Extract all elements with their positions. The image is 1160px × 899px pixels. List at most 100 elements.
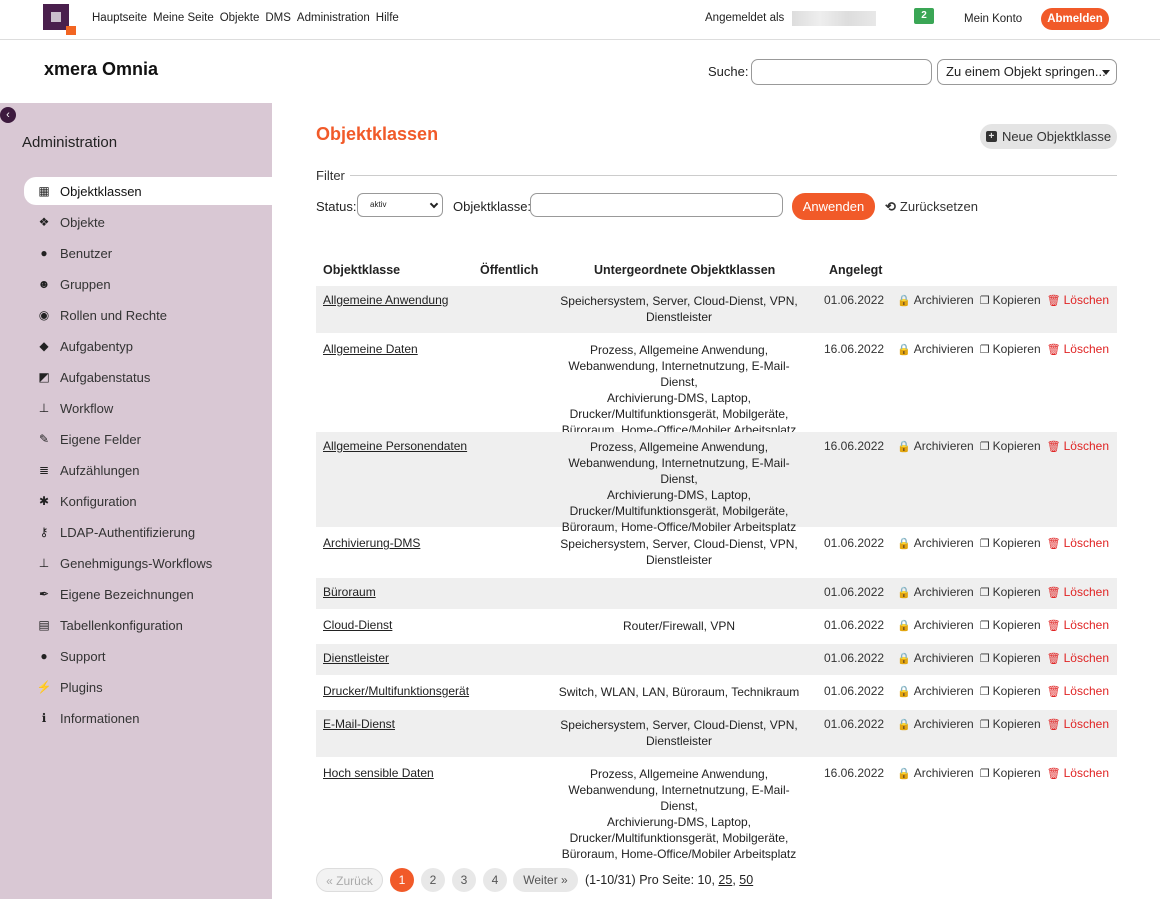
object-class-link[interactable]: Hoch sensible Daten xyxy=(323,766,434,780)
sub-classes-line: Prozess, Allgemeine Anwendung, xyxy=(589,440,769,454)
top-menu-item-administration[interactable]: Administration xyxy=(297,12,370,24)
archive-action[interactable]: 🔒 Archivieren xyxy=(897,651,974,665)
row-actions: 🔒 Archivieren ❐ Kopieren 🗑 Löschen xyxy=(897,439,1109,453)
top-menu-item-hauptseite[interactable]: Hauptseite xyxy=(92,12,147,24)
app-logo[interactable] xyxy=(43,4,76,35)
site-title[interactable]: xmera Omnia xyxy=(44,59,158,80)
copy-action[interactable]: ❐ Kopieren xyxy=(980,293,1041,307)
delete-action[interactable]: 🗑 Löschen xyxy=(1047,585,1109,599)
top-menu-item-meine seite[interactable]: Meine Seite xyxy=(153,12,214,24)
jump-to-object-select[interactable]: Zu einem Objekt springen... xyxy=(937,59,1117,85)
copy-action[interactable]: ❐ Kopieren xyxy=(980,342,1041,356)
my-account-link[interactable]: Mein Konto xyxy=(964,13,1022,25)
sidebar-item-aufgabenstatus[interactable]: ◩ Aufgabenstatus xyxy=(24,363,272,391)
object-class-link[interactable]: Archivierung-DMS xyxy=(323,536,420,550)
caret-down-icon xyxy=(1102,70,1110,75)
copy-action[interactable]: ❐ Kopieren xyxy=(980,651,1041,665)
lock-icon: 🔒 xyxy=(897,587,911,599)
sitemap-icon: ⊥ xyxy=(38,401,50,415)
delete-action[interactable]: 🗑 Löschen xyxy=(1047,766,1109,780)
copy-action[interactable]: ❐ Kopieren xyxy=(980,618,1041,632)
sidebar-item-konfiguration[interactable]: ✱ Konfiguration xyxy=(24,487,272,515)
copy-icon: ❐ xyxy=(979,587,990,599)
top-menu-item-hilfe[interactable]: Hilfe xyxy=(376,12,399,24)
page-button-2[interactable]: 2 xyxy=(421,868,445,892)
object-class-input[interactable] xyxy=(530,193,783,217)
sidebar-item-plugins[interactable]: ⚡ Plugins xyxy=(24,673,272,701)
archive-action[interactable]: 🔒 Archivieren xyxy=(897,618,974,632)
object-class-link[interactable]: E-Mail-Dienst xyxy=(323,717,395,731)
delete-action[interactable]: 🗑 Löschen xyxy=(1047,684,1109,698)
delete-action[interactable]: 🗑 Löschen xyxy=(1047,293,1109,307)
object-class-link[interactable]: Allgemeine Personendaten xyxy=(323,439,467,453)
reset-link[interactable]: ⟲ Zurücksetzen xyxy=(885,199,978,215)
copy-action[interactable]: ❐ Kopieren xyxy=(980,536,1041,550)
sidebar-item-rollen-und-rechte[interactable]: ◉ Rollen und Rechte xyxy=(24,301,272,329)
top-menu-item-dms[interactable]: DMS xyxy=(265,12,291,24)
sidebar-item-eigene-felder[interactable]: ✎ Eigene Felder xyxy=(24,425,272,453)
archive-action[interactable]: 🔒 Archivieren xyxy=(897,293,974,307)
copy-action[interactable]: ❐ Kopieren xyxy=(980,585,1041,599)
page-button-4[interactable]: 4 xyxy=(483,868,507,892)
copy-action[interactable]: ❐ Kopieren xyxy=(980,684,1041,698)
sidebar-item-informationen[interactable]: ℹ Informationen xyxy=(24,704,272,732)
sidebar-item-tabellenkonfiguration[interactable]: ▤ Tabellenkonfiguration xyxy=(24,611,272,639)
sidebar-item-aufzählungen[interactable]: ≣ Aufzählungen xyxy=(24,456,272,484)
archive-action[interactable]: 🔒 Archivieren xyxy=(897,342,974,356)
copy-action[interactable]: ❐ Kopieren xyxy=(980,439,1041,453)
archive-action[interactable]: 🔒 Archivieren xyxy=(897,536,974,550)
notification-badge[interactable]: 2 xyxy=(914,8,934,24)
previous-page-button[interactable]: « Zurück xyxy=(316,868,383,892)
header-object-class[interactable]: Objektklasse xyxy=(323,263,400,277)
status-select[interactable]: aktiv xyxy=(357,193,443,217)
logout-button[interactable]: Abmelden xyxy=(1041,8,1109,30)
delete-action[interactable]: 🗑 Löschen xyxy=(1047,439,1109,453)
archive-action[interactable]: 🔒 Archivieren xyxy=(897,684,974,698)
sidebar-item-aufgabentyp[interactable]: ◆ Aufgabentyp xyxy=(24,332,272,360)
header-sub-classes[interactable]: Untergeordnete Objektklassen xyxy=(594,263,775,277)
page-button-3[interactable]: 3 xyxy=(452,868,476,892)
object-class-link[interactable]: Büroraum xyxy=(323,585,376,599)
per-page-25-link[interactable]: 25 xyxy=(718,873,732,887)
next-page-button[interactable]: Weiter » xyxy=(513,868,578,892)
copy-action[interactable]: ❐ Kopieren xyxy=(980,717,1041,731)
row-actions: 🔒 Archivieren ❐ Kopieren 🗑 Löschen xyxy=(897,717,1109,731)
top-menu-item-objekte[interactable]: Objekte xyxy=(220,12,260,24)
archive-action[interactable]: 🔒 Archivieren xyxy=(897,439,974,453)
delete-action[interactable]: 🗑 Löschen xyxy=(1047,651,1109,665)
delete-action[interactable]: 🗑 Löschen xyxy=(1047,618,1109,632)
header-public[interactable]: Öffentlich xyxy=(480,263,538,277)
sidebar-item-genehmigungs-workflows[interactable]: ⊥ Genehmigungs-Workflows xyxy=(24,549,272,577)
copy-action[interactable]: ❐ Kopieren xyxy=(980,766,1041,780)
sidebar-item-eigene-bezeichnungen[interactable]: ✒ Eigene Bezeichnungen xyxy=(24,580,272,608)
per-page-50-link[interactable]: 50 xyxy=(739,873,753,887)
apply-button[interactable]: Anwenden xyxy=(792,193,875,220)
new-object-class-button[interactable]: + Neue Objektklasse xyxy=(980,124,1117,149)
object-class-link[interactable]: Cloud-Dienst xyxy=(323,618,392,632)
object-class-link[interactable]: Drucker/Multifunktionsgerät xyxy=(323,684,469,698)
archive-action[interactable]: 🔒 Archivieren xyxy=(897,766,974,780)
delete-action[interactable]: 🗑 Löschen xyxy=(1047,717,1109,731)
plug-icon: ⚡ xyxy=(36,680,52,694)
object-class-link[interactable]: Dienstleister xyxy=(323,651,389,665)
sidebar-item-benutzer[interactable]: ● Benutzer xyxy=(24,239,272,267)
lock-icon: 🔒 xyxy=(897,620,911,632)
sidebar-item-label: Objekte xyxy=(60,214,105,230)
search-input[interactable] xyxy=(751,59,932,85)
logged-in-label: Angemeldet als xyxy=(705,12,785,24)
sidebar-item-objekte[interactable]: ❖ Objekte xyxy=(24,208,272,236)
page-button-1[interactable]: 1 xyxy=(390,868,414,892)
sidebar-item-workflow[interactable]: ⊥ Workflow xyxy=(24,394,272,422)
delete-action[interactable]: 🗑 Löschen xyxy=(1047,342,1109,356)
sidebar-item-gruppen[interactable]: ☻ Gruppen xyxy=(24,270,272,298)
header-created[interactable]: Angelegt xyxy=(829,263,882,277)
sidebar-item-ldap-authentifizierung[interactable]: ⚷ LDAP-Authentifizierung xyxy=(24,518,272,546)
collapse-sidebar-icon[interactable]: ‹ xyxy=(0,107,16,123)
sidebar-item-objektklassen[interactable]: ▦ Objektklassen xyxy=(24,177,272,205)
archive-action[interactable]: 🔒 Archivieren xyxy=(897,717,974,731)
object-class-link[interactable]: Allgemeine Daten xyxy=(323,342,418,356)
object-class-link[interactable]: Allgemeine Anwendung xyxy=(323,293,448,307)
archive-action[interactable]: 🔒 Archivieren xyxy=(897,585,974,599)
delete-action[interactable]: 🗑 Löschen xyxy=(1047,536,1109,550)
sidebar-item-support[interactable]: ● Support xyxy=(24,642,272,670)
